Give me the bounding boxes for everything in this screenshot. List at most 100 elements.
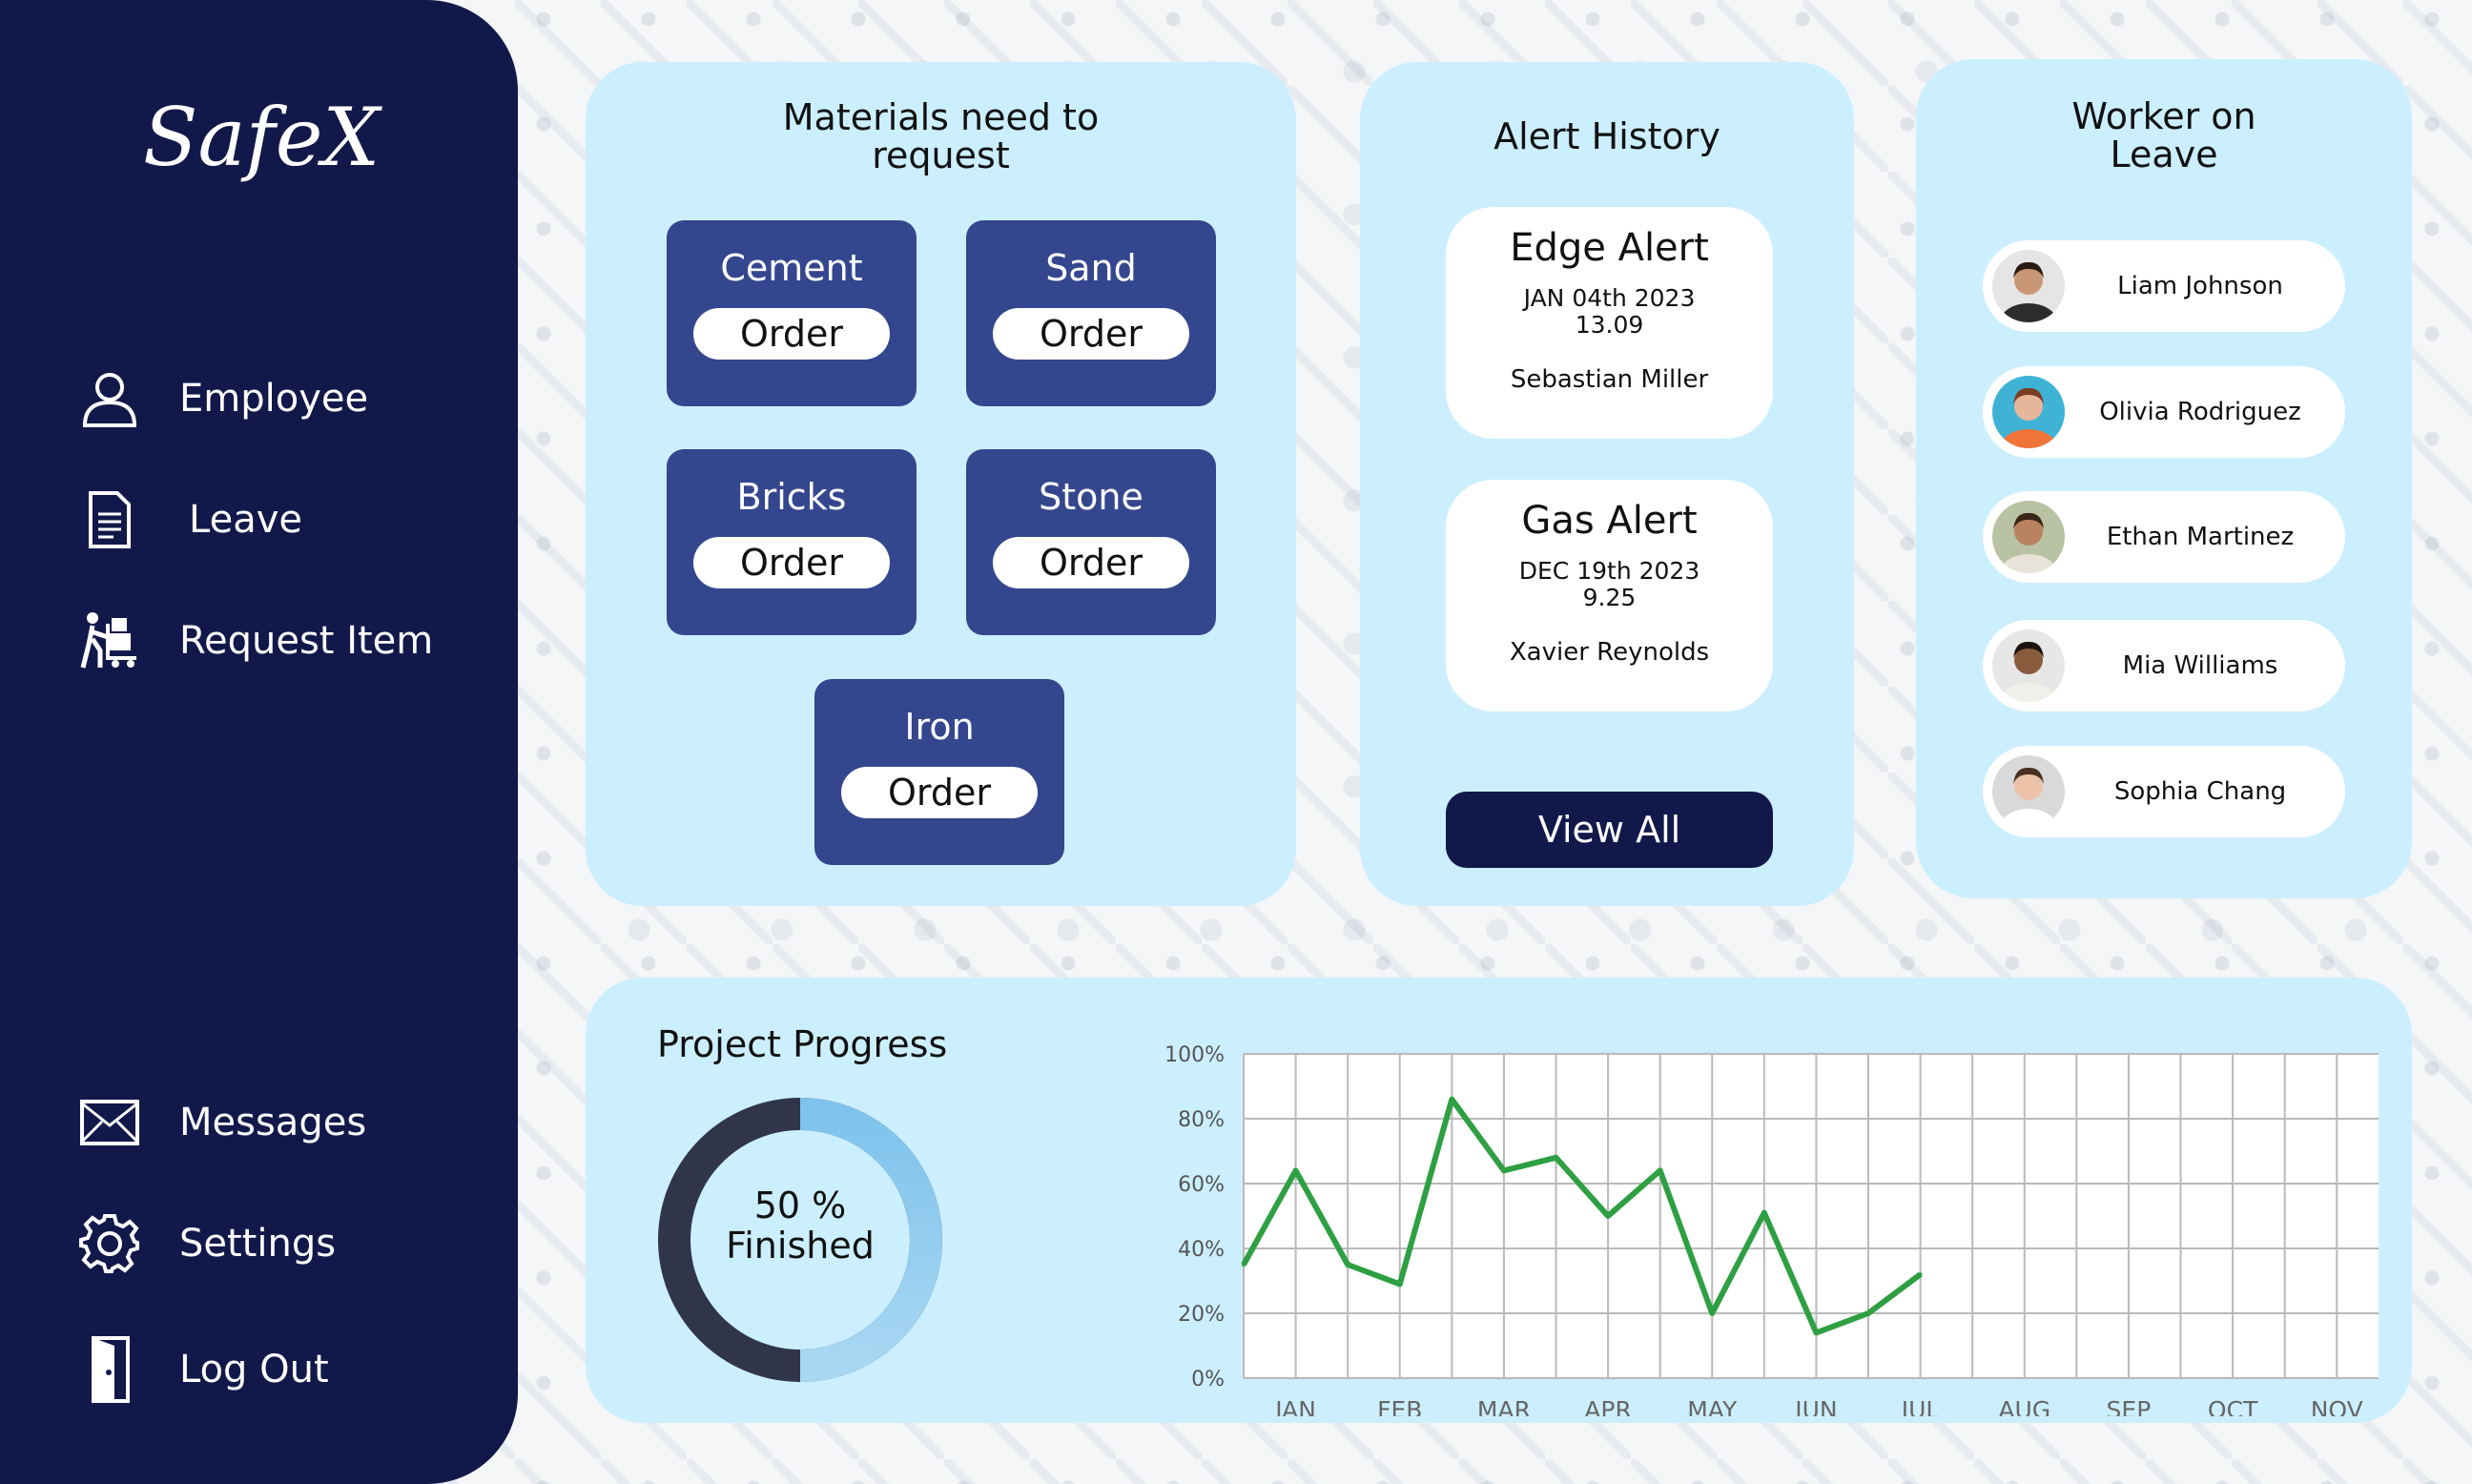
materials-panel: Materials need to request Cement Order S… (586, 62, 1296, 906)
x-tick-label: JUL (1900, 1396, 1940, 1416)
document-icon (76, 486, 143, 553)
y-tick-label: 20% (1178, 1303, 1225, 1327)
order-button-bricks[interactable]: Order (693, 537, 890, 588)
data-point (1242, 1263, 1246, 1267)
avatar (1992, 755, 2065, 828)
alert-date: DEC 19th 2023 (1518, 557, 1700, 585)
sidebar: SafeX Employee Leave Request Item Messag… (0, 0, 518, 1484)
data-point (1918, 1272, 1923, 1277)
avatar (1992, 629, 2065, 702)
x-tick-label: AUG (1998, 1396, 2050, 1416)
x-tick-label: SEP (2107, 1396, 2152, 1416)
data-point (1606, 1214, 1611, 1218)
worker-item[interactable]: Sophia Chang (1983, 746, 2345, 837)
y-tick-label: 0% (1191, 1368, 1225, 1391)
worker-name: Liam Johnson (2117, 272, 2283, 300)
data-point (1450, 1097, 1454, 1102)
nav-messages-label: Messages (179, 1101, 367, 1144)
door-icon (76, 1336, 143, 1403)
x-tick-label: APR (1584, 1396, 1632, 1416)
project-progress-title: Project Progress (657, 1023, 948, 1065)
material-name: Sand (1045, 247, 1137, 289)
avatar (1992, 376, 2065, 448)
material-card-iron: Iron Order (814, 679, 1064, 865)
alert-person: Xavier Reynolds (1509, 638, 1710, 667)
alert-card[interactable]: Gas Alert DEC 19th 2023 9.25 Xavier Reyn… (1446, 480, 1773, 711)
nav-employee[interactable]: Employee (76, 361, 368, 437)
user-icon (76, 365, 143, 432)
progress-line-chart: 100% 80% 60% 40% 20% 0% JAN FEB MAR APR MAY JUN JUL A… (1164, 1043, 2379, 1416)
nav-messages[interactable]: Messages (76, 1084, 366, 1161)
alert-time: 9.25 (1582, 584, 1637, 611)
y-tick-label: 40% (1178, 1238, 1225, 1262)
x-tick-label: JAN (1273, 1396, 1316, 1416)
nav-leave[interactable]: Leave (76, 482, 302, 558)
order-button-cement[interactable]: Order (693, 308, 890, 360)
x-tick-label: MAR (1477, 1396, 1531, 1416)
alert-history-panel: Alert History Edge Alert JAN 04th 2023 1… (1360, 62, 1854, 906)
worker-item[interactable]: Ethan Martinez (1983, 491, 2345, 583)
data-point (1293, 1168, 1298, 1173)
y-tick-label: 100% (1164, 1043, 1225, 1067)
nav-request-item[interactable]: Request Item (76, 603, 433, 679)
y-tick-label: 60% (1178, 1173, 1225, 1197)
material-name: Stone (1039, 476, 1143, 518)
nav-request-item-label: Request Item (179, 619, 434, 663)
data-point (1761, 1210, 1766, 1215)
order-button-sand[interactable]: Order (993, 308, 1189, 360)
worker-item[interactable]: Olivia Rodriguez (1983, 366, 2345, 458)
material-name: Bricks (736, 476, 847, 518)
progress-percent: 50 % (753, 1185, 847, 1226)
envelope-icon (76, 1089, 143, 1156)
nav-settings[interactable]: Settings (76, 1206, 336, 1282)
order-button-stone[interactable]: Order (993, 537, 1189, 588)
chart-plot-area (1244, 1054, 2379, 1378)
order-button-iron[interactable]: Order (841, 767, 1038, 818)
data-point (1658, 1168, 1662, 1173)
worker-name: Mia Williams (2122, 651, 2278, 680)
alert-card[interactable]: Edge Alert JAN 04th 2023 13.09 Sebastian… (1446, 207, 1773, 439)
gear-icon (76, 1210, 143, 1277)
data-point (1710, 1311, 1715, 1315)
x-tick-label: MAY (1687, 1396, 1738, 1416)
material-card-bricks: Bricks Order (667, 449, 917, 635)
material-card-sand: Sand Order (966, 220, 1216, 406)
data-point (1866, 1311, 1870, 1315)
nav-leave-label: Leave (189, 498, 302, 542)
x-tick-label: NOV (2311, 1396, 2363, 1416)
materials-title: Materials need to request (782, 96, 1100, 176)
alert-person: Sebastian Miller (1510, 365, 1709, 394)
donut-label: 50 % Finished (657, 1185, 943, 1266)
nav-logout[interactable]: Log Out (76, 1331, 329, 1408)
alert-time: 13.09 (1575, 311, 1644, 339)
progress-status: Finished (726, 1225, 875, 1267)
worker-name: Sophia Chang (2113, 777, 2287, 806)
avatar (1992, 501, 2065, 573)
data-point (1346, 1263, 1350, 1267)
app-logo: SafeX (143, 91, 381, 184)
worker-leave-panel: Worker on Leave Liam Johnson Olivia Rodri… (1916, 59, 2412, 898)
worker-item[interactable]: Mia Williams (1983, 620, 2345, 711)
x-tick-label: JUN (1793, 1396, 1837, 1416)
material-name: Cement (720, 247, 863, 289)
worker-leave-title: Worker on Leave (2071, 95, 2256, 175)
material-card-stone: Stone Order (966, 449, 1216, 635)
view-all-button[interactable]: View All (1446, 792, 1773, 868)
data-point (1554, 1155, 1558, 1160)
worker-item[interactable]: Liam Johnson (1983, 240, 2345, 332)
project-progress-panel: Project Progress 50 % Finished 100% 80% 60… (586, 978, 2412, 1423)
alert-date: JAN 04th 2023 (1523, 284, 1696, 312)
material-card-cement: Cement Order (667, 220, 917, 406)
delivery-cart-icon (76, 608, 143, 674)
alert-title: Edge Alert (1510, 226, 1709, 270)
alert-title: Gas Alert (1521, 499, 1698, 543)
data-point (1397, 1282, 1402, 1287)
x-tick-label: OCT (2208, 1396, 2258, 1416)
nav-employee-label: Employee (179, 377, 369, 421)
data-point (1501, 1168, 1506, 1173)
worker-name: Olivia Rodriguez (2099, 398, 2301, 426)
data-point (1814, 1330, 1819, 1335)
x-tick-label: FEB (1377, 1396, 1422, 1416)
worker-name: Ethan Martinez (2106, 523, 2295, 551)
avatar (1992, 250, 2065, 322)
